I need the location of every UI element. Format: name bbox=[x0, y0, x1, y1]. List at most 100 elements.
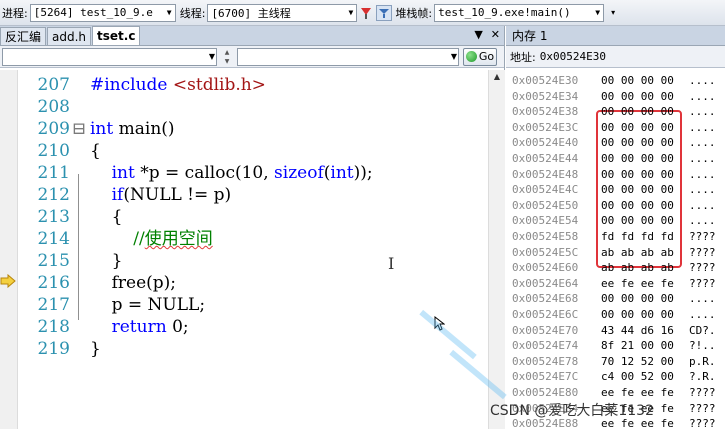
tab-controls: ▼ ✕ bbox=[474, 28, 500, 41]
memory-chars: .... bbox=[689, 198, 716, 212]
memory-row[interactable]: 0x00524E54 00 00 00 00.... bbox=[506, 213, 725, 228]
memory-row[interactable]: 0x00524E58 fd fd fd fd???? bbox=[506, 229, 725, 244]
code-line[interactable]: 216 free(p); bbox=[0, 272, 487, 294]
memory-bytes: 00 00 00 00 bbox=[601, 136, 674, 150]
document-tabs: 反汇编 add.h tset.c ▼ ✕ bbox=[0, 26, 504, 46]
go-button[interactable]: Go bbox=[463, 47, 497, 66]
memory-bytes: 8f 21 00 00 bbox=[601, 339, 674, 353]
tab-tset-c[interactable]: tset.c bbox=[92, 26, 141, 45]
memory-chars: ?.R. bbox=[689, 370, 716, 384]
code-line[interactable]: 208 bbox=[0, 96, 487, 118]
tab-disassembly[interactable]: 反汇编 bbox=[0, 27, 47, 45]
scope-spinner[interactable]: ▲ ▼ bbox=[221, 48, 233, 66]
close-icon[interactable]: ✕ bbox=[491, 28, 500, 41]
memory-row[interactable]: 0x00524E40 00 00 00 00.... bbox=[506, 135, 725, 150]
thread-value: [6700] 主线程 bbox=[211, 6, 291, 20]
code-token: // bbox=[133, 229, 145, 249]
memory-row[interactable]: 0x00524E64 ee fe ee fe???? bbox=[506, 276, 725, 291]
memory-row[interactable]: 0x00524E3C 00 00 00 00.... bbox=[506, 120, 725, 135]
source-text: { bbox=[90, 140, 101, 162]
memory-row[interactable]: 0x00524E50 00 00 00 00.... bbox=[506, 198, 725, 213]
code-token: { bbox=[90, 141, 101, 161]
memory-chars: .... bbox=[689, 105, 716, 119]
code-line[interactable]: 219} bbox=[0, 338, 487, 360]
memory-bytes: 00 00 00 00 bbox=[601, 74, 674, 87]
source-text: if(NULL != p) bbox=[90, 184, 232, 206]
memory-bytes: fd fd fd fd bbox=[601, 230, 674, 243]
memory-window-title: 内存 1 bbox=[506, 26, 725, 46]
memory-grid[interactable]: 0x00524E30 00 00 00 00.... 0x00524E34 00 00… bbox=[506, 70, 725, 429]
code-line[interactable]: 211 int *p = calloc(10, sizeof(int)); bbox=[0, 162, 487, 184]
memory-row[interactable]: 0x00524E7C c4 00 52 00 ?.R. bbox=[506, 369, 725, 384]
code-line[interactable]: 210 { bbox=[0, 140, 487, 162]
memory-chars: ???? bbox=[689, 401, 716, 415]
line-number: 219 bbox=[37, 339, 70, 359]
code-line[interactable]: 209 ⊟ int main() bbox=[0, 118, 487, 140]
memory-bytes: ee fe ee fe bbox=[601, 276, 674, 290]
tab-add-h[interactable]: add.h bbox=[47, 27, 92, 45]
stack-frame-label: 堆栈帧: bbox=[395, 6, 433, 20]
memory-row[interactable]: 0x00524E5C ab ab ab ab???? bbox=[506, 245, 725, 260]
toolbar-overflow-icon[interactable]: ▾ bbox=[605, 5, 621, 21]
flag-thread-icon[interactable] bbox=[358, 5, 374, 21]
code-line[interactable]: 213 { bbox=[0, 206, 487, 228]
chevron-down-icon: ▼ bbox=[166, 8, 172, 17]
memory-row[interactable]: 0x00524E60 ab ab ab ab???? bbox=[506, 260, 725, 275]
memory-bytes: 00 00 00 00 bbox=[601, 214, 674, 228]
stack-frame-value: test_10_9.exe!main() bbox=[438, 6, 571, 19]
code-line[interactable]: 214 //使用空间 bbox=[0, 228, 487, 250]
tab-list-icon[interactable]: ▼ bbox=[474, 28, 482, 41]
memory-row[interactable]: 0x00524E74 8f 21 00 00?!.. bbox=[506, 338, 725, 353]
scroll-up-icon[interactable]: ▲ bbox=[489, 70, 505, 84]
member-dropdown[interactable]: ▼ bbox=[237, 47, 459, 66]
process-dropdown[interactable]: [5264] test_10_9.e ▼ bbox=[29, 3, 176, 22]
code-token: main() bbox=[113, 119, 175, 139]
memory-row[interactable]: 0x00524E34 00 00 00 00.... bbox=[506, 89, 725, 104]
stack-frame-dropdown[interactable]: test_10_9.exe!main() ▼ bbox=[434, 3, 605, 22]
collapse-icon[interactable]: ⊟ bbox=[72, 118, 86, 140]
memory-row[interactable]: 0x00524E4C 00 00 00 00.... bbox=[506, 182, 725, 197]
stack-frame-icon[interactable] bbox=[376, 4, 393, 21]
thread-dropdown[interactable]: [6700] 主线程 ▼ bbox=[207, 3, 358, 22]
code-line[interactable]: 212 if(NULL != p) bbox=[0, 184, 487, 206]
memory-row[interactable]: 0x00524E80 ee fe ee fe???? bbox=[506, 385, 725, 400]
memory-address: 0x00524E48 bbox=[512, 167, 579, 181]
line-number: 217 bbox=[37, 295, 70, 315]
memory-chars: ???? bbox=[689, 417, 716, 429]
line-number: 207 bbox=[37, 75, 70, 95]
memory-bytes: ee fe ee fe bbox=[601, 386, 674, 399]
memory-address: 0x00524E6C bbox=[512, 308, 579, 321]
memory-row[interactable]: 0x00524E38 00 00 00 00.... bbox=[506, 104, 725, 119]
memory-address: 0x00524E70 bbox=[512, 323, 579, 337]
source-text: int *p = calloc(10, sizeof(int)); bbox=[90, 162, 373, 184]
memory-row[interactable]: 0x00524E6C 00 00 00 00.... bbox=[506, 307, 725, 322]
memory-row[interactable]: 0x00524E70 43 44 d6 16 CD?. bbox=[506, 323, 725, 338]
line-number: 218 bbox=[37, 317, 70, 337]
source-text: } bbox=[90, 250, 123, 272]
code-area[interactable]: 207 #include <stdlib.h> 208 209 ⊟ int main() 2… bbox=[0, 70, 505, 429]
code-line[interactable]: 207 #include <stdlib.h> bbox=[0, 74, 487, 96]
code-line[interactable]: 215 } bbox=[0, 250, 487, 272]
scope-dropdown[interactable]: ▼ bbox=[2, 47, 217, 66]
code-token: int bbox=[330, 163, 354, 183]
source-text: //使用空间 bbox=[90, 228, 212, 250]
tab-label: add.h bbox=[52, 29, 87, 44]
memory-address: 0x00524E68 bbox=[512, 292, 579, 306]
memory-chars: ?!.. bbox=[689, 339, 716, 353]
memory-row[interactable]: 0x00524E78 70 12 52 00 p.R. bbox=[506, 354, 725, 369]
chevron-down-icon: ▼ bbox=[450, 51, 457, 61]
code-token: <stdlib.h> bbox=[172, 75, 266, 95]
memory-row[interactable]: 0x00524E68 00 00 00 00.... bbox=[506, 291, 725, 306]
memory-address: 0x00524E40 bbox=[512, 136, 579, 150]
memory-row[interactable]: 0x00524E48 00 00 00 00.... bbox=[506, 167, 725, 182]
memory-bytes: ab ab ab ab bbox=[601, 245, 674, 259]
memory-row[interactable]: 0x00524E44 00 00 00 00.... bbox=[506, 151, 725, 166]
memory-bytes: 00 00 00 00 bbox=[601, 120, 674, 134]
source-text: return 0; bbox=[90, 316, 189, 338]
code-token: (NULL != p) bbox=[123, 185, 232, 205]
address-input[interactable]: 0x00524E30 bbox=[540, 50, 606, 63]
code-token: free(p); bbox=[90, 273, 177, 293]
memory-row[interactable]: 0x00524E30 00 00 00 00.... bbox=[506, 73, 725, 88]
